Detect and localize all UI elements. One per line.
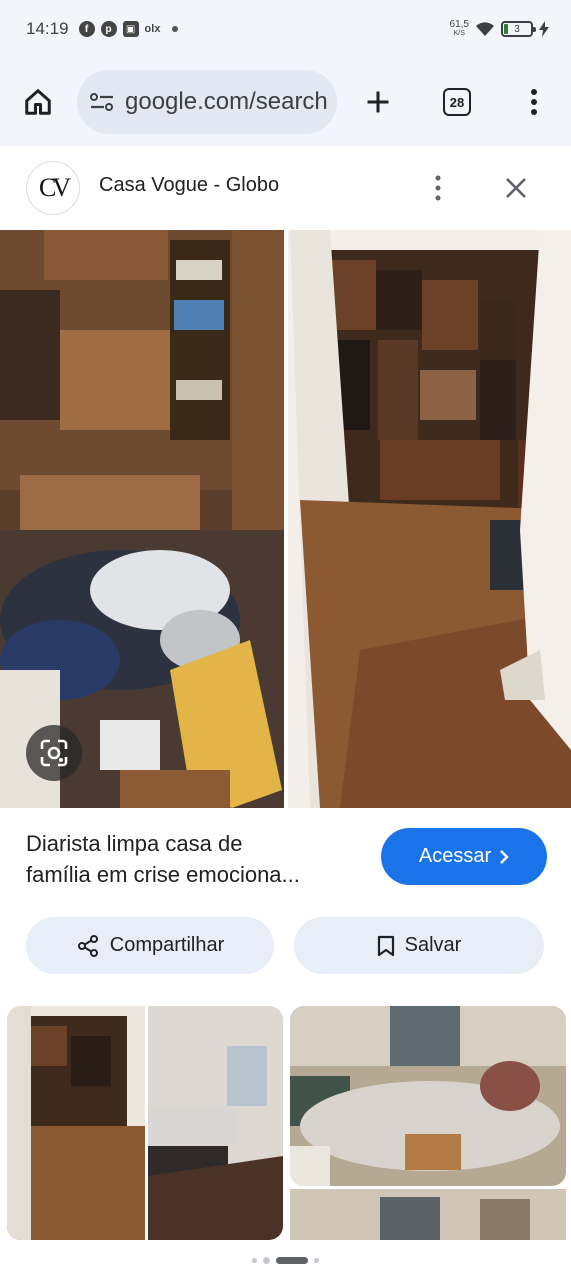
olx-icon: olx [144,23,161,35]
save-button[interactable]: Salvar [294,917,544,974]
pagination-dot-active [276,1256,308,1264]
more-vert-icon [531,89,537,115]
browser-menu-button[interactable] [514,82,554,122]
related-image-1[interactable] [7,1006,283,1240]
address-bar[interactable]: google.com/search [77,70,337,134]
new-tab-button[interactable] [358,82,398,122]
pagination-dot [252,1257,257,1263]
save-button-label: Salvar [404,934,462,956]
image-source-header: CV Casa Vogue - Globo [0,146,571,230]
url-text[interactable]: google.com/search [125,88,328,116]
site-settings-icon[interactable] [89,91,115,113]
home-icon [25,89,51,115]
related-photo-1 [7,1006,283,1240]
close-icon [506,178,526,198]
related-image-2[interactable] [290,1006,566,1186]
wifi-icon [476,22,494,36]
share-icon [77,934,98,957]
browser-toolbar: google.com/search 28 [0,58,571,146]
battery-level: 3 [514,23,520,35]
access-button[interactable]: Acessar [381,828,547,885]
gesture-pagination [0,1250,571,1270]
messy-room-photo [0,230,571,808]
result-title-line-2: família em crise emociona... [26,862,300,887]
access-button-label: Acessar [418,845,492,867]
google-lens-icon [40,739,68,767]
battery-icon: 3 [501,21,536,37]
status-bar: 14:19 f p ▣ olx 61,5 K/S 3 [0,0,571,58]
related-photo-2 [290,1006,566,1186]
chevron-right-icon [500,849,509,864]
plus-icon [367,91,389,113]
close-button[interactable] [496,168,536,208]
tab-count: 28 [443,88,471,116]
source-menu-button[interactable] [424,168,452,208]
bookmark-icon [377,935,394,956]
result-title-line-1: Diarista limpa casa de [26,831,243,856]
system-icons: 61,5 K/S 3 [450,20,549,38]
share-button[interactable]: Compartilhar [26,917,274,974]
notification-icons: f p ▣ olx [78,21,179,37]
main-result-image[interactable] [0,230,571,808]
pinterest-icon: p [100,21,117,37]
more-notifications-dot [172,26,179,32]
pagination-dot [314,1257,319,1263]
contact-card-icon: ▣ [122,21,139,37]
tab-switcher-button[interactable]: 28 [437,82,477,122]
share-button-label: Compartilhar [109,934,225,956]
more-vert-icon [435,175,441,201]
pagination-dot [263,1256,270,1264]
network-speed: 61,5 K/S [450,20,469,38]
facebook-icon: f [78,21,95,37]
home-button[interactable] [18,82,58,122]
charging-icon [539,21,549,37]
lens-button[interactable] [26,725,82,781]
source-logo[interactable]: CV [26,161,80,215]
network-speed-unit: K/S [453,30,465,37]
source-name[interactable]: Casa Vogue - Globo [99,174,279,197]
result-title[interactable]: Diarista limpa casa de família em crise … [26,828,366,890]
status-time: 14:19 [26,19,69,38]
